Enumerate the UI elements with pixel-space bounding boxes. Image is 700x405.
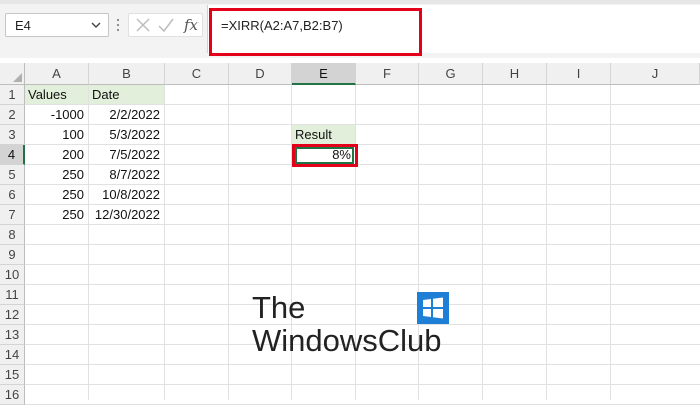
column-header-c[interactable]: C xyxy=(165,63,229,85)
gridline-horizontal xyxy=(25,244,700,245)
select-all-triangle-icon xyxy=(13,73,22,82)
cell-value[interactable]: -1000 xyxy=(25,105,88,124)
cell-date[interactable]: 2/2/2022 xyxy=(89,105,164,124)
formula-highlight-box xyxy=(209,8,422,56)
column-header-g[interactable]: G xyxy=(419,63,483,85)
active-cell-border xyxy=(295,147,354,164)
row-header-10[interactable]: 10 xyxy=(0,265,25,285)
gridline-horizontal xyxy=(25,284,700,285)
windows-logo-glyph xyxy=(423,297,443,319)
row-header-5[interactable]: 5 xyxy=(0,165,25,185)
cancel-icon[interactable] xyxy=(135,17,151,33)
gridline-horizontal xyxy=(25,224,700,225)
row-header-13[interactable]: 13 xyxy=(0,325,25,345)
row-header-15[interactable]: 15 xyxy=(0,365,25,385)
cell-value[interactable]: 250 xyxy=(25,165,88,184)
cell-date[interactable]: 10/8/2022 xyxy=(89,185,164,204)
gridline-vertical xyxy=(610,85,611,400)
column-header-h[interactable]: H xyxy=(483,63,547,85)
row-header-2[interactable]: 2 xyxy=(0,105,25,125)
row-header-11[interactable]: 11 xyxy=(0,285,25,305)
row-header-7[interactable]: 7 xyxy=(0,205,25,225)
gridline-horizontal xyxy=(25,384,700,385)
name-box[interactable]: E4 xyxy=(5,13,109,37)
row-header-14[interactable]: 14 xyxy=(0,345,25,365)
row-header-9[interactable]: 9 xyxy=(0,245,25,265)
column-header-a[interactable]: A xyxy=(25,63,89,85)
select-all-button[interactable] xyxy=(0,63,25,85)
gridline-horizontal xyxy=(25,364,700,365)
chevron-down-icon[interactable] xyxy=(89,17,103,33)
gridline-vertical xyxy=(482,85,483,400)
insert-function-icon[interactable]: fx xyxy=(184,16,198,34)
cell-value[interactable]: 100 xyxy=(25,125,88,144)
cell-b1-header[interactable]: Date xyxy=(89,85,164,104)
column-header-f[interactable]: F xyxy=(356,63,419,85)
column-header-j[interactable]: J xyxy=(611,63,700,85)
row-header-6[interactable]: 6 xyxy=(0,185,25,205)
column-header-d[interactable]: D xyxy=(229,63,292,85)
cell-date[interactable]: 12/30/2022 xyxy=(89,205,164,224)
row-header-3[interactable]: 3 xyxy=(0,125,25,145)
gridline-horizontal xyxy=(25,264,700,265)
watermark: The WindowsClub xyxy=(252,290,462,360)
row-header-12[interactable]: 12 xyxy=(0,305,25,325)
cell-date[interactable]: 8/7/2022 xyxy=(89,165,164,184)
cell-date[interactable]: 5/3/2022 xyxy=(89,125,164,144)
watermark-line2: WindowsClub xyxy=(252,323,442,358)
gridline-vertical xyxy=(164,85,165,400)
ribbon-edge xyxy=(0,0,700,4)
formula-bar-area: E4 fx =XIRR(A2:A7,B2:B7) xyxy=(0,0,700,58)
cell-value[interactable]: 200 xyxy=(25,145,88,164)
windows-logo-icon xyxy=(417,292,449,324)
cell-date[interactable]: 7/5/2022 xyxy=(89,145,164,164)
row-header-8[interactable]: 8 xyxy=(0,225,25,245)
cell-value[interactable]: 250 xyxy=(25,205,88,224)
more-options-icon[interactable] xyxy=(116,17,120,33)
column-header-i[interactable]: I xyxy=(547,63,611,85)
cell-value[interactable]: 250 xyxy=(25,185,88,204)
column-header-e[interactable]: E xyxy=(292,63,356,85)
gridline-vertical xyxy=(228,85,229,400)
formula-buttons: fx xyxy=(128,13,203,37)
row-header-1[interactable]: 1 xyxy=(0,85,25,105)
watermark-line1: The xyxy=(252,290,306,325)
result-label-cell[interactable]: Result xyxy=(292,125,355,144)
cell-a1-header[interactable]: Values xyxy=(25,85,88,104)
enter-check-icon[interactable] xyxy=(157,17,175,33)
gridline-vertical xyxy=(546,85,547,400)
row-header-4[interactable]: 4 xyxy=(0,145,25,165)
column-header-b[interactable]: B xyxy=(89,63,165,85)
name-box-value: E4 xyxy=(15,18,31,33)
row-header-16[interactable]: 16 xyxy=(0,385,25,405)
